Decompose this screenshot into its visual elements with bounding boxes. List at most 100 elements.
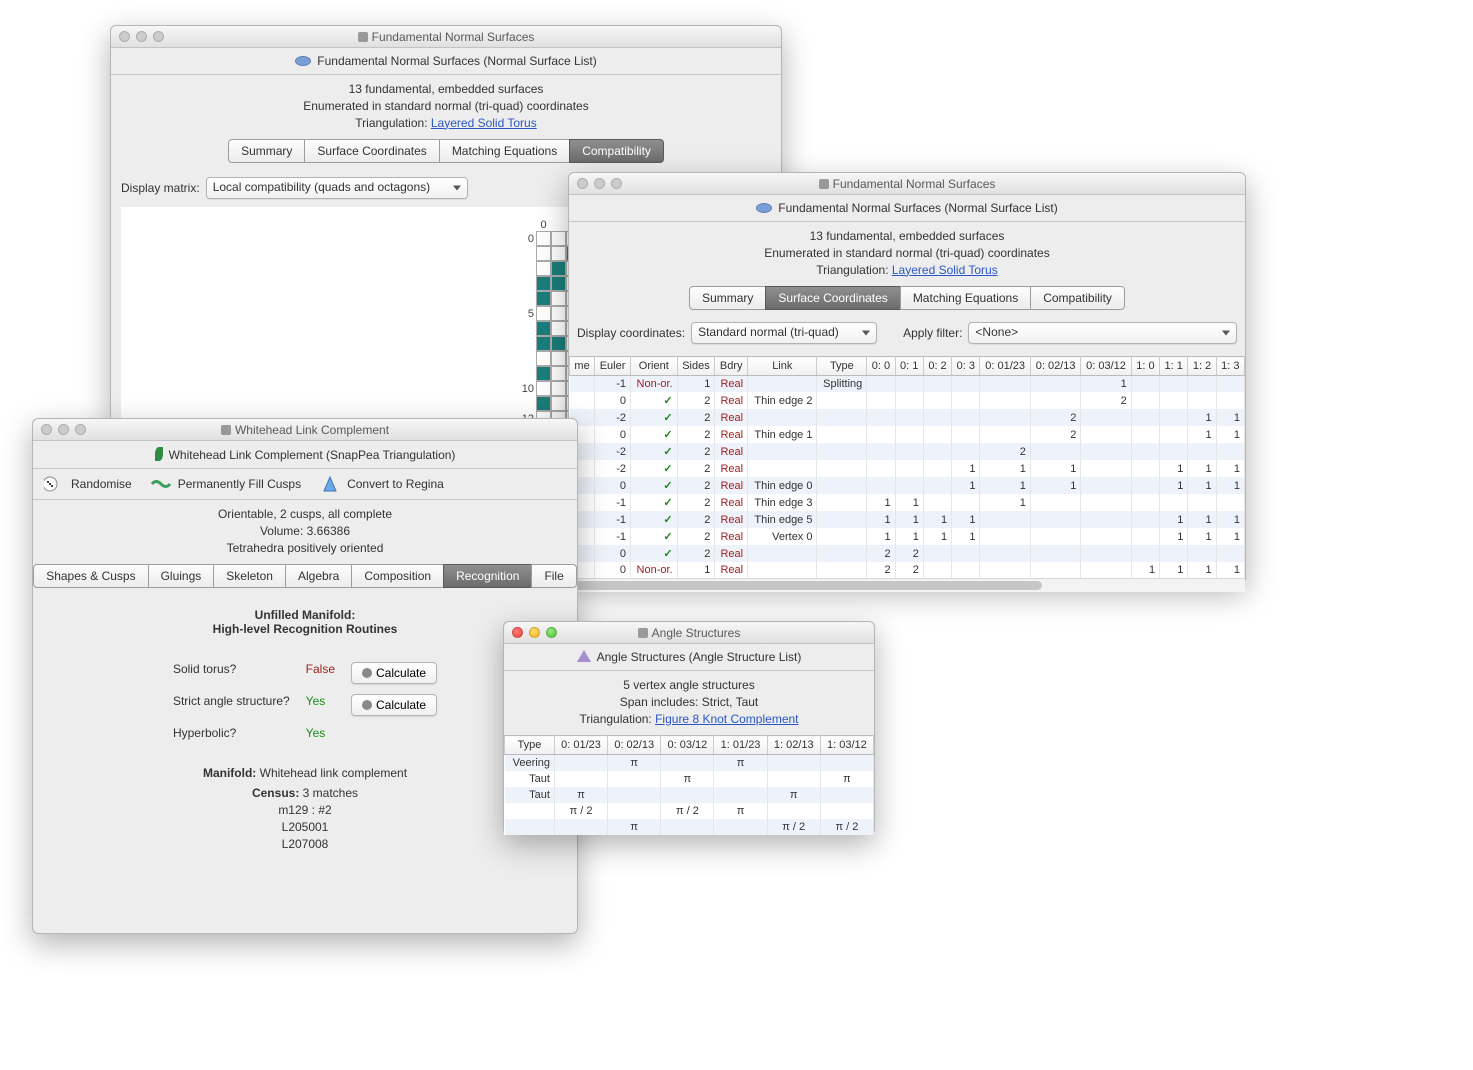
h-scrollbar[interactable] (569, 578, 1245, 592)
close-icon[interactable] (512, 627, 523, 638)
table-row[interactable]: Tautππ (505, 787, 874, 803)
tab-surface-coordinates[interactable]: Surface Coordinates (304, 139, 439, 163)
titlebar[interactable]: Angle Structures (504, 622, 874, 644)
col-header[interactable]: 1: 02/13 (767, 736, 820, 755)
zoom-icon[interactable] (611, 178, 622, 189)
col-header[interactable]: Type (817, 357, 867, 376)
titlebar[interactable]: Fundamental Normal Surfaces (569, 173, 1245, 195)
close-icon[interactable] (41, 424, 52, 435)
title-text: Fundamental Normal Surfaces (833, 177, 996, 191)
zoom-icon[interactable] (153, 31, 164, 42)
solid-torus-q: Solid torus? (173, 662, 290, 684)
titlebar[interactable]: Fundamental Normal Surfaces (111, 26, 781, 48)
col-header[interactable]: 0: 1 (895, 357, 923, 376)
tab-algebra[interactable]: Algebra (285, 564, 352, 588)
tab-surface-coordinates[interactable]: Surface Coordinates (765, 286, 900, 310)
table-row[interactable]: -1✓2RealThin edge 51111111 (570, 511, 1245, 528)
zoom-icon[interactable] (546, 627, 557, 638)
apply-filter-select[interactable]: <None> (968, 322, 1237, 344)
col-header[interactable]: Type (505, 736, 555, 755)
info-summary: Orientable, 2 cusps, all complete Volume… (33, 500, 577, 564)
table-row[interactable]: -1✓2RealVertex 01111111 (570, 528, 1245, 545)
col-header[interactable]: me (570, 357, 595, 376)
col-header[interactable]: 0: 01/23 (980, 357, 1030, 376)
col-header[interactable]: 0: 0 (867, 357, 895, 376)
randomise-button[interactable]: Randomise (43, 475, 132, 493)
col-header[interactable]: Bdry (715, 357, 748, 376)
table-row[interactable]: -1✓2RealThin edge 3111 (570, 494, 1245, 511)
col-header[interactable]: Link (748, 357, 817, 376)
zoom-icon[interactable] (75, 424, 86, 435)
col-header[interactable]: 1: 01/23 (714, 736, 767, 755)
table-row[interactable]: 0✓2Real22 (570, 545, 1245, 562)
col-header[interactable]: 1: 2 (1188, 357, 1216, 376)
display-matrix-select[interactable]: Local compatibility (quads and octagons) (206, 177, 468, 199)
col-header[interactable]: 0: 03/12 (661, 736, 714, 755)
triangulation-link[interactable]: Layered Solid Torus (431, 116, 537, 130)
table-row[interactable]: -1Non-or.1RealSplitting1 (570, 376, 1245, 393)
matrix-cell (551, 306, 566, 321)
matrix-cell (536, 276, 551, 291)
table-row[interactable]: -2✓2Real211 (570, 409, 1245, 426)
tabbar: Shapes & CuspsGluingsSkeletonAlgebraComp… (33, 564, 577, 588)
tab-recognition[interactable]: Recognition (443, 564, 532, 588)
fill-cusps-button[interactable]: Permanently Fill Cusps (150, 475, 301, 493)
app-icon (221, 425, 231, 435)
minimize-icon[interactable] (594, 178, 605, 189)
matrix-cell (536, 366, 551, 381)
minimize-icon[interactable] (58, 424, 69, 435)
table-row[interactable]: Veeringππ (505, 755, 874, 772)
close-icon[interactable] (577, 178, 588, 189)
col-header[interactable]: 0: 3 (952, 357, 980, 376)
table-row[interactable]: ππ / 2π / 2 (505, 819, 874, 835)
col-header[interactable]: Sides (677, 357, 715, 376)
titlebar[interactable]: Whitehead Link Complement (33, 419, 577, 441)
close-icon[interactable] (119, 31, 130, 42)
col-header[interactable]: 1: 3 (1216, 357, 1244, 376)
census-value: 3 matches (303, 786, 358, 800)
tab-shapes-cusps[interactable]: Shapes & Cusps (33, 564, 148, 588)
tab-summary[interactable]: Summary (228, 139, 305, 163)
col-header[interactable]: Orient (630, 357, 677, 376)
minimize-icon[interactable] (136, 31, 147, 42)
table-row[interactable]: 0✓2RealThin edge 22 (570, 392, 1245, 409)
col-header[interactable]: 1: 1 (1160, 357, 1188, 376)
window-whitehead: Whitehead Link Complement Whitehead Link… (32, 418, 578, 934)
subheader: Fundamental Normal Surfaces (Normal Surf… (569, 195, 1245, 222)
tab-matching-equations[interactable]: Matching Equations (439, 139, 570, 163)
minimize-icon[interactable] (529, 627, 540, 638)
census-item: L205001 (83, 819, 527, 836)
col-header[interactable]: 1: 0 (1131, 357, 1159, 376)
col-header[interactable]: 0: 2 (923, 357, 951, 376)
tab-compatibility[interactable]: Compatibility (1030, 286, 1125, 310)
col-header[interactable]: 0: 03/12 (1081, 357, 1131, 376)
col-header[interactable]: 1: 03/12 (820, 736, 873, 755)
col-header[interactable]: 0: 01/23 (554, 736, 607, 755)
triangulation-link[interactable]: Figure 8 Knot Complement (655, 712, 798, 726)
tab-summary[interactable]: Summary (689, 286, 766, 310)
tab-compatibility[interactable]: Compatibility (569, 139, 664, 163)
tab-gluings[interactable]: Gluings (148, 564, 215, 588)
col-header[interactable]: 0: 02/13 (1030, 357, 1080, 376)
summary: 13 fundamental, embedded surfaces Enumer… (569, 222, 1245, 286)
calculate-button-1[interactable]: Calculate (351, 662, 437, 684)
col-header[interactable]: Euler (595, 357, 631, 376)
table-row[interactable]: π / 2π / 2π (505, 803, 874, 819)
calculate-button-2[interactable]: Calculate (351, 694, 437, 716)
tab-skeleton[interactable]: Skeleton (213, 564, 286, 588)
triangulation-link[interactable]: Layered Solid Torus (892, 263, 998, 277)
table-row[interactable]: 0✓2RealThin edge 0111111 (570, 477, 1245, 494)
table-row[interactable]: Tautππ (505, 771, 874, 787)
col-header[interactable]: 0: 02/13 (608, 736, 661, 755)
tab-file[interactable]: File (531, 564, 576, 588)
convert-button[interactable]: Convert to Regina (319, 475, 444, 493)
table-row[interactable]: 0Non-or.1Real221111 (570, 562, 1245, 578)
table-row[interactable]: -2✓2Real111111 (570, 460, 1245, 477)
tab-matching-equations[interactable]: Matching Equations (900, 286, 1031, 310)
display-coords-select[interactable]: Standard normal (tri-quad) (691, 322, 877, 344)
tab-composition[interactable]: Composition (351, 564, 444, 588)
table-row[interactable]: -2✓2Real2 (570, 443, 1245, 460)
table-row[interactable]: 0✓2RealThin edge 1211 (570, 426, 1245, 443)
scrollbar-thumb[interactable] (569, 581, 1042, 590)
recognition-panel: Unfilled Manifold: High-level Recognitio… (33, 588, 577, 872)
